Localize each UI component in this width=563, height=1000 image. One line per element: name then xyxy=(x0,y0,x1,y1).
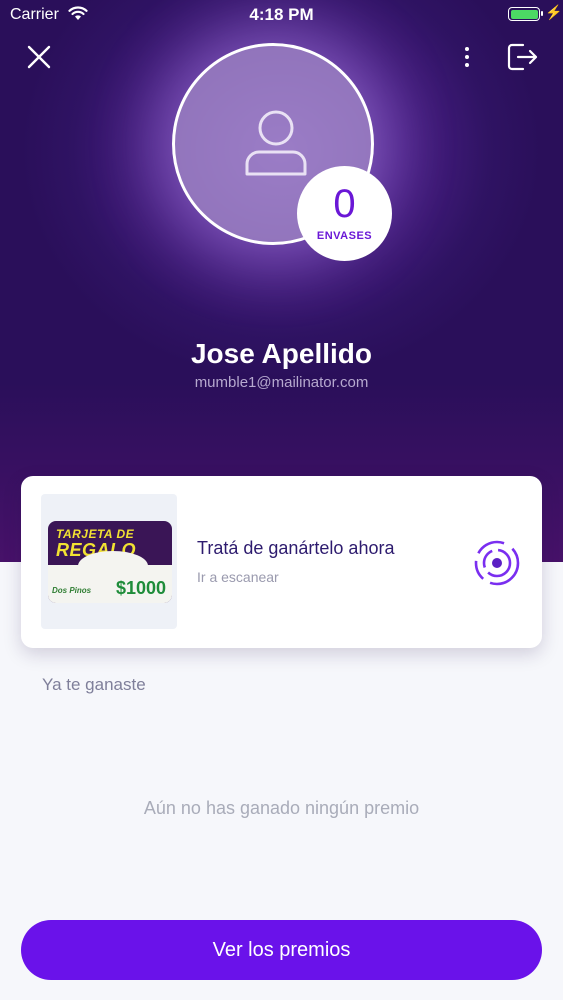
close-icon[interactable] xyxy=(24,42,54,72)
prize-card[interactable]: TARJETA DE REGALO Dos Pinos $1000 Tratá … xyxy=(21,476,542,648)
user-email: mumble1@mailinator.com xyxy=(194,374,369,391)
logout-icon[interactable] xyxy=(505,40,539,74)
scan-target-icon[interactable] xyxy=(472,538,522,588)
clock: 4:18 PM xyxy=(249,5,314,24)
gift-card-image: TARJETA DE REGALO Dos Pinos $1000 xyxy=(48,521,172,603)
vertical-dots-icon[interactable] xyxy=(452,42,482,72)
containers-count: 0 xyxy=(333,182,356,226)
brand-logo: Dos Pinos xyxy=(52,586,92,595)
charging-icon: ⚡ xyxy=(545,4,563,20)
battery-icon xyxy=(508,7,543,21)
user-icon xyxy=(245,110,307,176)
prize-image: TARJETA DE REGALO Dos Pinos $1000 xyxy=(41,494,177,629)
go-scan-link[interactable]: Ir a escanear xyxy=(197,569,279,585)
won-section-label: Ya te ganaste xyxy=(42,675,146,694)
status-bar: Carrier 4:18 PM ⚡ xyxy=(0,0,563,30)
gift-card-title-line1: TARJETA DE xyxy=(56,527,135,541)
containers-count-badge: 0 ENVASES xyxy=(297,166,392,261)
containers-label: ENVASES xyxy=(316,230,373,242)
gift-card-amount: $1000 xyxy=(115,578,166,598)
prize-card-title: Tratá de ganártelo ahora xyxy=(197,538,395,558)
user-name: Jose Apellido xyxy=(190,338,372,369)
view-prizes-button[interactable]: Ver los premios xyxy=(21,920,542,980)
empty-prizes-message: Aún no has ganado ningún premio xyxy=(143,798,420,818)
